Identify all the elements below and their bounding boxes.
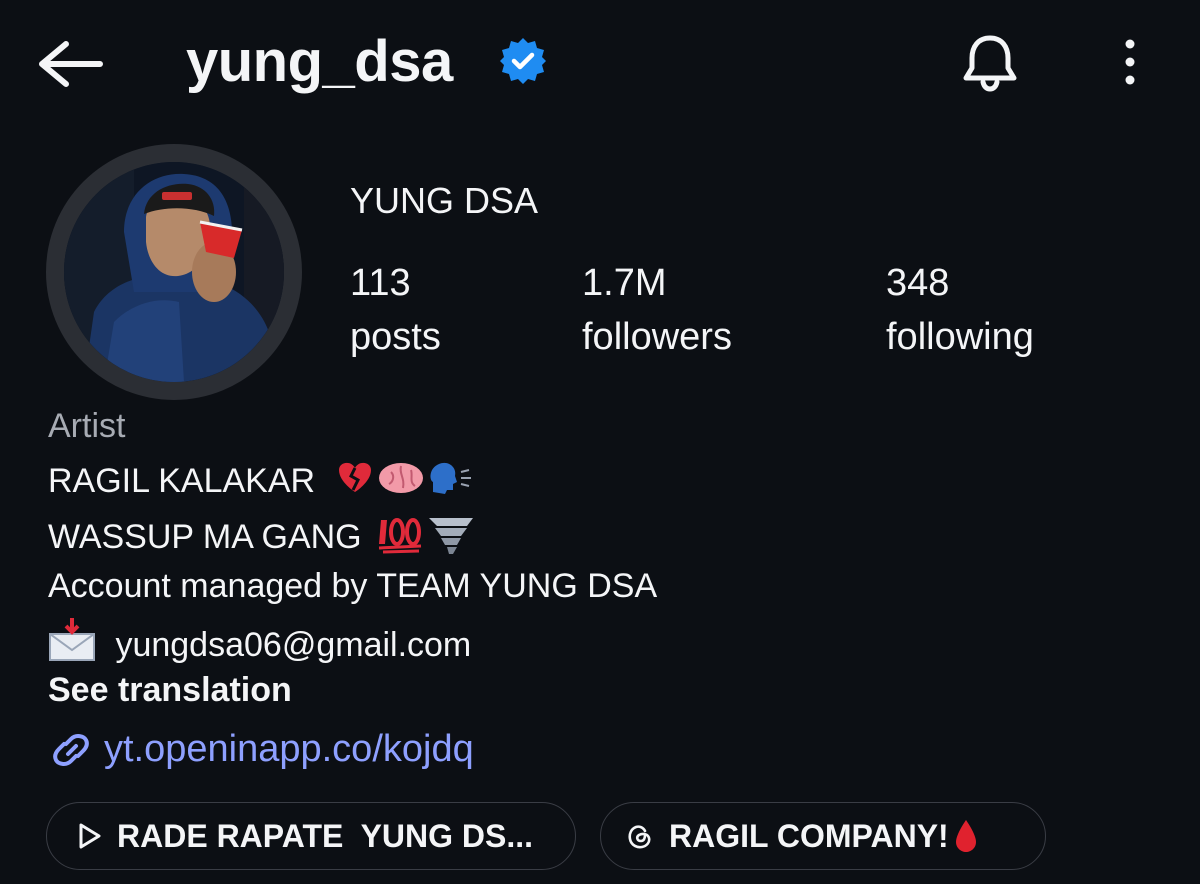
tornado-icon bbox=[429, 518, 474, 554]
bio-line-2-text: WASSUP MA GANG bbox=[48, 518, 362, 556]
chip-ragil-company[interactable]: RAGIL COMPANY! bbox=[600, 802, 1046, 870]
drop-of-blood-icon bbox=[955, 820, 976, 852]
bio-email[interactable]: yungdsa06@gmail.com bbox=[115, 626, 471, 664]
bio-line-1-emojis bbox=[338, 462, 471, 494]
profile-category: Artist bbox=[48, 407, 126, 445]
back-arrow-icon[interactable] bbox=[36, 36, 104, 92]
followers-label: followers bbox=[582, 316, 732, 358]
chip-rade-rapate[interactable]: RADE RAPATE YUNG DS... bbox=[46, 802, 576, 870]
link-icon bbox=[53, 733, 89, 766]
speaking-head-icon bbox=[430, 462, 471, 494]
more-options-icon[interactable] bbox=[1112, 36, 1148, 88]
bio-line-2-emojis bbox=[379, 518, 474, 554]
bio-email-line[interactable]: yungdsa06@gmail.com bbox=[48, 618, 471, 667]
bio-line-2: WASSUP MA GANG bbox=[48, 512, 477, 559]
notifications-bell-icon[interactable] bbox=[958, 30, 1022, 94]
profile-username: yung_dsa bbox=[186, 29, 453, 94]
posts-count: 113 bbox=[350, 262, 411, 304]
see-translation-button[interactable]: See translation bbox=[48, 668, 292, 712]
chip-rade-rapate-label: RADE RAPATE YUNG DS... bbox=[117, 817, 534, 854]
profile-display-name: YUNG DSA bbox=[350, 180, 539, 221]
envelope-with-arrow-icon bbox=[49, 618, 95, 661]
play-icon bbox=[79, 823, 101, 849]
following-label: following bbox=[886, 316, 1034, 358]
bio-line-1: RAGIL KALAKAR bbox=[48, 458, 473, 503]
avatar-portrait-illustration bbox=[64, 162, 284, 382]
posts-label: posts bbox=[350, 316, 441, 358]
bio-line-1-text: RAGIL KALAKAR bbox=[48, 462, 316, 500]
profile-avatar[interactable] bbox=[64, 162, 284, 382]
profile-link-text[interactable]: yt.openinapp.co/kojdq bbox=[104, 728, 474, 771]
broken-heart-icon bbox=[338, 462, 371, 492]
followers-count: 1.7M bbox=[582, 262, 667, 304]
threads-icon bbox=[628, 825, 651, 849]
chip-ragil-company-label: RAGIL COMPANY! bbox=[669, 817, 949, 854]
bio-line-3: Account managed by TEAM YUNG DSA bbox=[48, 567, 658, 605]
hundred-points-icon bbox=[379, 518, 422, 554]
following-count: 348 bbox=[886, 262, 950, 304]
brain-icon bbox=[378, 463, 423, 493]
profile-link[interactable]: yt.openinapp.co/kojdq bbox=[48, 728, 474, 771]
verified-badge-icon bbox=[500, 38, 546, 84]
